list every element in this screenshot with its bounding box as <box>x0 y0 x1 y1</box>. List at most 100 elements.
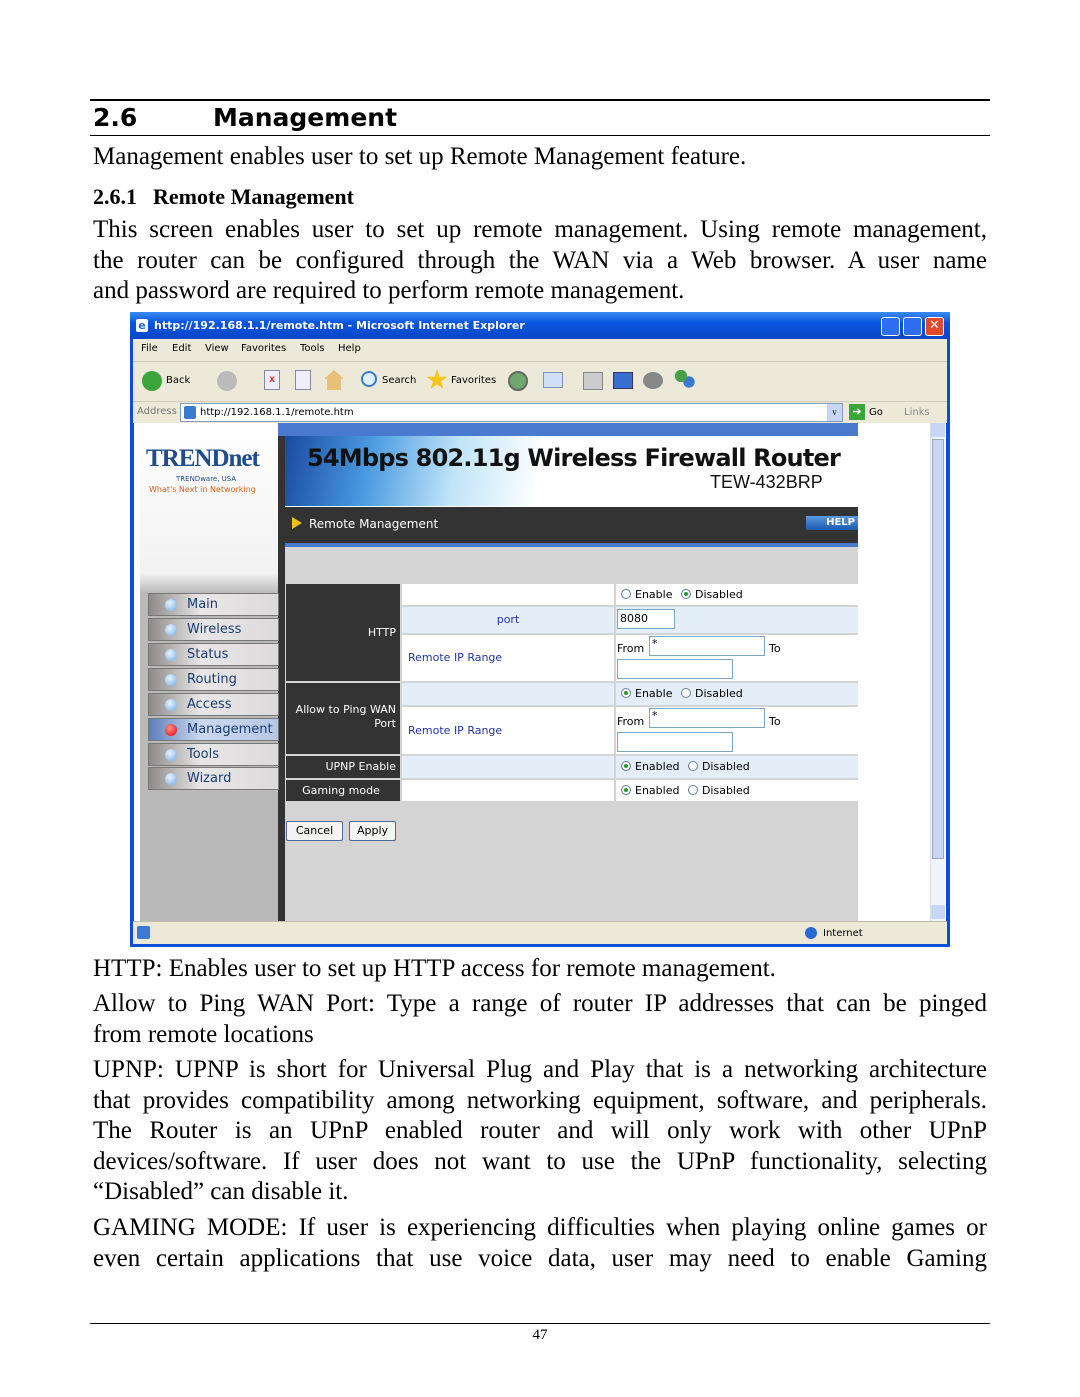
print-icon[interactable] <box>583 372 603 390</box>
bullet-icon <box>165 699 177 711</box>
gaming-disabled-radio[interactable] <box>687 785 698 795</box>
bullet-active-icon <box>165 724 177 736</box>
address-bar: Address http://192.168.1.1/remote.htm v … <box>133 401 947 423</box>
upnp-description: UPNP: UPNP is short for Universal Plug a… <box>93 1056 987 1205</box>
go-icon[interactable]: ➔ <box>849 404 865 420</box>
minimize-button[interactable] <box>881 317 900 336</box>
arrow-icon <box>292 517 302 529</box>
close-button[interactable]: ✕ <box>925 317 944 336</box>
scroll-up-button[interactable] <box>931 423 945 437</box>
ping-range-label: Remote IP Range <box>402 707 614 754</box>
window-title: http://192.168.1.1/remote.htm - Microsof… <box>154 319 525 332</box>
section-intro: Management enables user to set up Remote… <box>93 143 747 170</box>
http-range-label: Remote IP Range <box>402 635 614 681</box>
status-bar: Internet <box>133 921 947 944</box>
trendnet-logo: TRENDnet TRENDware, USA What's Next in N… <box>146 445 260 494</box>
ping-blank <box>402 683 614 705</box>
http-enable-radio[interactable] <box>621 589 631 599</box>
upnp-blank <box>402 756 614 778</box>
scroll-thumb[interactable] <box>932 439 944 859</box>
menu-view[interactable]: View <box>205 343 229 354</box>
text-line: and password are required to perform rem… <box>93 277 685 304</box>
ping-from-input[interactable]: * <box>649 708 765 728</box>
menu-file[interactable]: File <box>141 343 158 354</box>
bullet-icon <box>165 599 177 611</box>
menu-help[interactable]: Help <box>338 343 361 354</box>
bullet-icon <box>165 624 177 636</box>
apply-button[interactable]: Apply <box>349 821 396 841</box>
address-input[interactable]: http://192.168.1.1/remote.htm v <box>180 403 843 422</box>
menu-edit[interactable]: Edit <box>172 343 191 354</box>
http-port-input[interactable]: 8080 <box>617 609 675 629</box>
upnp-enabled-radio[interactable] <box>621 761 631 771</box>
subsection-title: Remote Management <box>153 184 354 209</box>
upnp-disabled-radio[interactable] <box>687 761 698 771</box>
http-label: HTTP <box>286 584 400 681</box>
links-button[interactable]: Links <box>904 407 930 418</box>
history-icon[interactable] <box>508 371 528 391</box>
ie-icon: e <box>136 319 148 332</box>
messenger-icon[interactable] <box>675 370 695 390</box>
viewport: TRENDnet TRENDware, USA What's Next in N… <box>134 423 946 921</box>
bullet-icon <box>165 749 177 761</box>
go-button[interactable]: Go <box>869 407 883 418</box>
home-icon[interactable] <box>324 370 344 390</box>
ping-to-input[interactable] <box>617 732 733 752</box>
forward-icon[interactable] <box>217 371 237 391</box>
mail-icon[interactable] <box>543 372 563 388</box>
menu-tools[interactable]: Tools <box>300 343 325 354</box>
refresh-icon[interactable] <box>295 370 311 390</box>
text-line: This screen enables user to set up remot… <box>93 216 987 243</box>
nav-management[interactable]: Management <box>148 718 279 741</box>
scrollbar[interactable] <box>930 423 945 921</box>
ping-enable-radio[interactable] <box>621 688 631 698</box>
bullet-icon <box>165 674 177 686</box>
gaming-toggle: Enabled Disabled <box>616 780 858 801</box>
http-port-label: port <box>402 607 614 633</box>
nav-status[interactable]: Status <box>148 643 279 666</box>
nav-wizard[interactable]: Wizard <box>148 767 279 790</box>
back-button[interactable]: Back <box>166 375 190 386</box>
nav-tools[interactable]: Tools <box>148 743 279 766</box>
gaming-enabled-radio[interactable] <box>621 785 631 795</box>
gaming-blank <box>402 780 614 801</box>
internet-zone-icon <box>805 927 817 939</box>
menu-favorites[interactable]: Favorites <box>241 343 286 354</box>
help-button[interactable]: HELP <box>806 516 858 530</box>
http-toggle: Enable Disabled <box>616 584 858 605</box>
discuss-icon[interactable] <box>643 372 663 389</box>
nav-access[interactable]: Access <box>148 693 279 716</box>
page-icon <box>184 406 196 419</box>
edit-icon[interactable] <box>613 372 633 389</box>
nav-routing[interactable]: Routing <box>148 668 279 691</box>
banner-top <box>278 423 858 436</box>
http-to-input[interactable] <box>617 659 733 679</box>
back-icon[interactable] <box>142 371 162 391</box>
upnp-label: UPNP Enable <box>286 756 400 778</box>
cancel-button[interactable]: Cancel <box>286 821 343 841</box>
nav-wireless[interactable]: Wireless <box>148 618 279 641</box>
section-title: Management <box>213 103 398 132</box>
address-value: http://192.168.1.1/remote.htm <box>200 407 354 418</box>
search-icon[interactable] <box>361 371 377 387</box>
gaming-description: GAMING MODE: If user is experiencing dif… <box>93 1214 987 1272</box>
favorites-button[interactable]: Favorites <box>451 375 496 386</box>
ping-disabled-radio[interactable] <box>680 688 691 698</box>
stop-icon[interactable]: x <box>264 370 280 390</box>
bullet-icon <box>165 649 177 661</box>
divider-bar <box>278 423 285 921</box>
section-number: 2.6 <box>93 103 138 132</box>
http-disabled-radio[interactable] <box>680 589 691 599</box>
ping-label: Allow to Ping WAN Port <box>286 683 400 754</box>
bullet-icon <box>165 773 177 785</box>
browser-screenshot: e http://192.168.1.1/remote.htm - Micros… <box>130 312 950 947</box>
http-from-input[interactable]: * <box>649 636 765 656</box>
nav-main[interactable]: Main <box>148 593 279 616</box>
page-number: 47 <box>532 1327 548 1343</box>
scroll-down-button[interactable] <box>931 905 945 919</box>
maximize-button[interactable] <box>903 317 922 336</box>
gaming-label: Gaming mode <box>286 780 400 801</box>
address-dropdown[interactable]: v <box>827 404 842 421</box>
search-button[interactable]: Search <box>382 375 416 386</box>
favorites-icon[interactable] <box>426 369 448 390</box>
